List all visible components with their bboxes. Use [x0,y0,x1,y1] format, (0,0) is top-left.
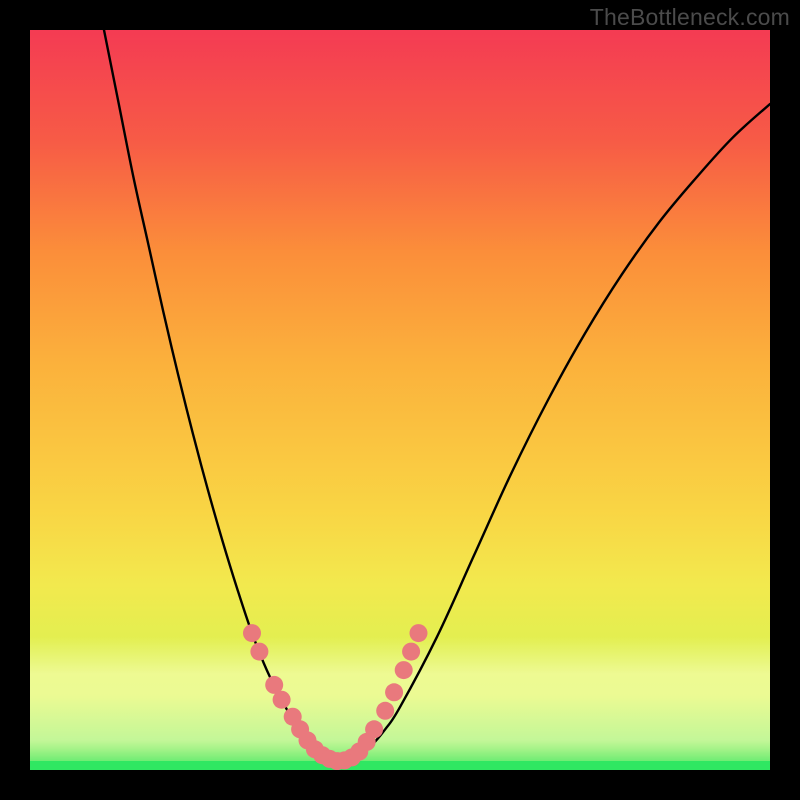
bottleneck-curve [104,30,770,761]
curve-marker [250,643,268,661]
curve-marker [376,702,394,720]
curve-marker [243,624,261,642]
curve-markers [243,624,428,770]
chart-frame: TheBottleneck.com [0,0,800,800]
curve-marker [410,624,428,642]
curve-marker [402,643,420,661]
curve-marker [273,691,291,709]
curve-svg [30,30,770,770]
curve-marker [395,661,413,679]
watermark-text: TheBottleneck.com [590,4,790,31]
plot-area [30,30,770,770]
curve-marker [385,683,403,701]
curve-marker [365,720,383,738]
